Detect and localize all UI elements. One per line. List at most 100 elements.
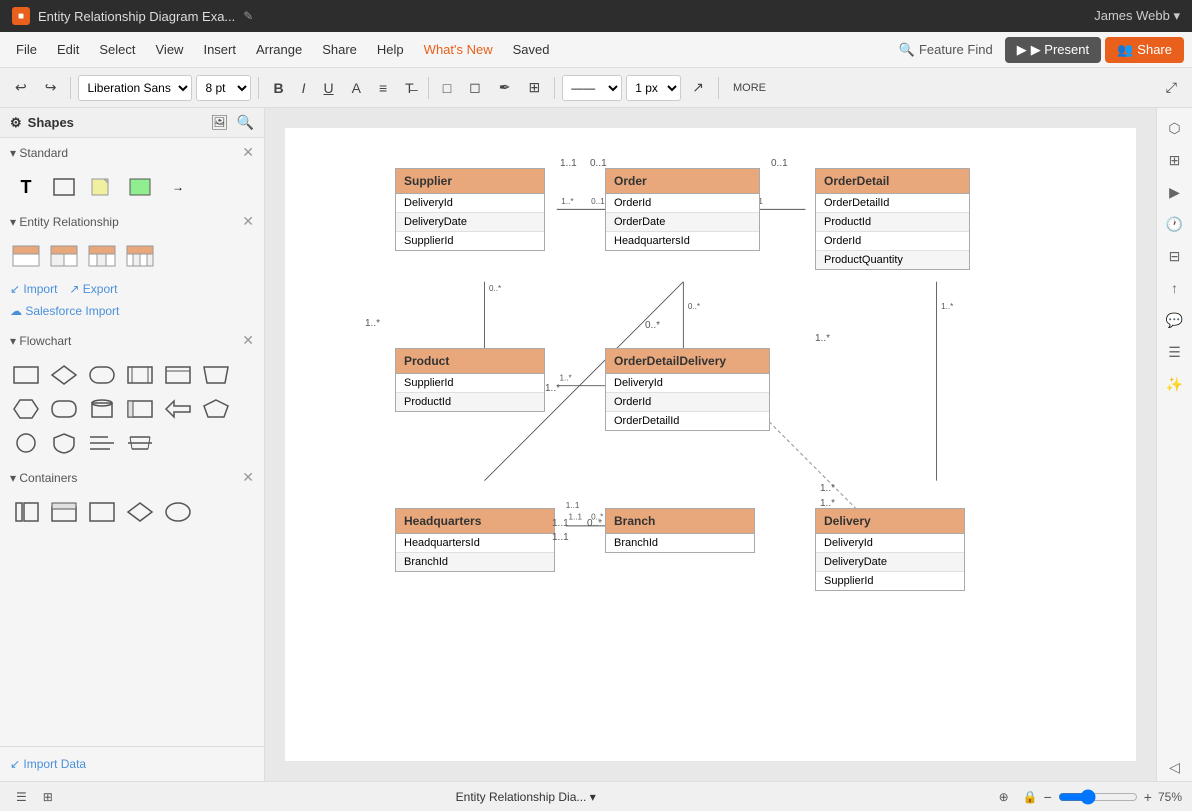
- headquarters-entity[interactable]: Headquarters HeadquartersId BranchId: [395, 508, 555, 572]
- er-shape-3[interactable]: [86, 242, 118, 270]
- containers-close-icon[interactable]: ✕: [242, 469, 254, 486]
- fc-hex[interactable]: [10, 395, 42, 423]
- er-shape-1[interactable]: [10, 242, 42, 270]
- edit-title-icon[interactable]: ✎: [243, 9, 253, 23]
- fc-arrow-left[interactable]: [162, 395, 194, 423]
- canvas-area[interactable]: 1..* 0..1 0..1 0..* 1..* 0..* 1..*: [265, 108, 1156, 781]
- layers-icon[interactable]: ⊟: [1161, 242, 1189, 270]
- redo-button[interactable]: ↪: [38, 74, 64, 101]
- fc-lines1[interactable]: [86, 429, 118, 457]
- font-color-button[interactable]: A: [345, 75, 368, 101]
- image-icon[interactable]: 🖼: [211, 114, 229, 131]
- standard-close-icon[interactable]: ✕: [242, 144, 254, 161]
- underline-button[interactable]: U: [316, 75, 340, 101]
- color-shape[interactable]: [124, 173, 156, 201]
- ct-shape3[interactable]: [86, 498, 118, 526]
- zoom-in-button[interactable]: +: [1144, 789, 1152, 805]
- clock-icon[interactable]: 🕐: [1161, 210, 1189, 238]
- gear-icon[interactable]: ⚙: [10, 115, 22, 131]
- zoom-slider[interactable]: [1058, 789, 1138, 805]
- ct-shape2[interactable]: [48, 498, 80, 526]
- table-icon[interactable]: ⊞: [1161, 146, 1189, 174]
- ct-diamond[interactable]: [124, 498, 156, 526]
- fc-rect3[interactable]: [162, 361, 194, 389]
- magic-icon[interactable]: ✨: [1161, 370, 1189, 398]
- flowchart-section-header[interactable]: ▾ Flowchart ✕: [0, 326, 264, 355]
- menu-share[interactable]: Share: [314, 38, 365, 61]
- undo-button[interactable]: ↩: [8, 74, 34, 101]
- more-button[interactable]: MORE: [726, 77, 773, 99]
- menu-insert[interactable]: Insert: [195, 38, 244, 61]
- font-family-select[interactable]: Liberation Sans: [78, 75, 192, 101]
- fc-pill[interactable]: [48, 395, 80, 423]
- chat-icon[interactable]: 💬: [1161, 306, 1189, 334]
- er-close-icon[interactable]: ✕: [242, 213, 254, 230]
- grid-view-tab[interactable]: ☰: [10, 788, 33, 806]
- supplier-entity[interactable]: Supplier DeliveryId DeliveryDate Supplie…: [395, 168, 545, 251]
- fc-diamond[interactable]: [48, 361, 80, 389]
- feature-find[interactable]: 🔍 Feature Find: [899, 42, 993, 58]
- branch-entity[interactable]: Branch BranchId: [605, 508, 755, 553]
- menu-select[interactable]: Select: [91, 38, 143, 61]
- italic-button[interactable]: I: [295, 75, 313, 101]
- menu-whats-new[interactable]: What's New: [416, 38, 501, 61]
- line-style-select[interactable]: ——: [562, 75, 622, 101]
- fc-pentagon[interactable]: [200, 395, 232, 423]
- text-shape[interactable]: T: [10, 173, 42, 201]
- import-data-button[interactable]: ↙ Import Data: [10, 757, 254, 771]
- export-button[interactable]: ↗ Export: [69, 282, 117, 296]
- delivery-entity[interactable]: Delivery DeliveryId DeliveryDate Supplie…: [815, 508, 965, 591]
- present-button[interactable]: ▶ ▶ Present: [1005, 37, 1101, 63]
- zoom-out-button[interactable]: −: [1044, 789, 1052, 805]
- pen-button[interactable]: ✒: [492, 74, 518, 101]
- bold-button[interactable]: B: [266, 75, 290, 101]
- user-name[interactable]: James Webb ▾: [1094, 8, 1180, 24]
- search-icon[interactable]: 🔍: [237, 114, 254, 131]
- ct-shape1[interactable]: [10, 498, 42, 526]
- menu-help[interactable]: Help: [369, 38, 412, 61]
- note-shape[interactable]: [86, 173, 118, 201]
- connector-button[interactable]: ↗: [685, 74, 711, 101]
- align-button[interactable]: ≡: [372, 75, 394, 101]
- er-section-header[interactable]: ▾ Entity Relationship ✕: [0, 207, 264, 236]
- fc-trapezoid[interactable]: [200, 361, 232, 389]
- order-entity[interactable]: Order OrderId OrderDate HeadquartersId: [605, 168, 760, 251]
- menu-file[interactable]: File: [8, 38, 45, 61]
- pages-icon[interactable]: ⬡: [1161, 114, 1189, 142]
- ct-oval[interactable]: [162, 498, 194, 526]
- format-button[interactable]: ⊞: [522, 74, 548, 101]
- fc-lines2[interactable]: [124, 429, 156, 457]
- arrow-shape[interactable]: →: [162, 173, 194, 201]
- expand-button[interactable]: ⤢: [1159, 74, 1184, 101]
- standard-section-header[interactable]: ▾ Standard ✕: [0, 138, 264, 167]
- orderdetail-entity[interactable]: OrderDetail OrderDetailId ProductId Orde…: [815, 168, 970, 270]
- er-shape-4[interactable]: [124, 242, 156, 270]
- diagram-canvas[interactable]: 1..* 0..1 0..1 0..* 1..* 0..* 1..*: [285, 128, 1136, 761]
- pages-view-tab[interactable]: ⊞: [37, 788, 59, 806]
- fill-button[interactable]: □: [436, 75, 458, 101]
- odd-entity[interactable]: OrderDetailDelivery DeliveryId OrderId O…: [605, 348, 770, 431]
- line-width-select[interactable]: 1 px: [626, 75, 681, 101]
- share-button[interactable]: 👥 Share: [1105, 37, 1184, 63]
- strikethrough-button[interactable]: T̶: [398, 75, 421, 101]
- menu-view[interactable]: View: [148, 38, 192, 61]
- fc-rect4[interactable]: [124, 395, 156, 423]
- line-color-button[interactable]: ◻: [462, 74, 488, 101]
- format-icon[interactable]: ☰: [1161, 338, 1189, 366]
- salesforce-import-button[interactable]: ☁ Salesforce Import: [10, 304, 254, 318]
- import-button[interactable]: ↙ Import: [10, 282, 57, 296]
- fc-shield[interactable]: [48, 429, 80, 457]
- present-icon[interactable]: ▶: [1161, 178, 1189, 206]
- fc-rounded[interactable]: [86, 361, 118, 389]
- upload-icon[interactable]: ↑: [1161, 274, 1189, 302]
- diagram-dropdown-icon[interactable]: ▾: [590, 790, 596, 804]
- flowchart-close-icon[interactable]: ✕: [242, 332, 254, 349]
- product-entity[interactable]: Product SupplierId ProductId: [395, 348, 545, 412]
- menu-edit[interactable]: Edit: [49, 38, 87, 61]
- add-page-button[interactable]: ⊕: [993, 788, 1015, 806]
- fc-rect2[interactable]: [124, 361, 156, 389]
- rectangle-shape[interactable]: [48, 173, 80, 201]
- collapse-right-icon[interactable]: ◁: [1161, 753, 1189, 781]
- fc-drum[interactable]: [86, 395, 118, 423]
- menu-saved[interactable]: Saved: [505, 38, 558, 61]
